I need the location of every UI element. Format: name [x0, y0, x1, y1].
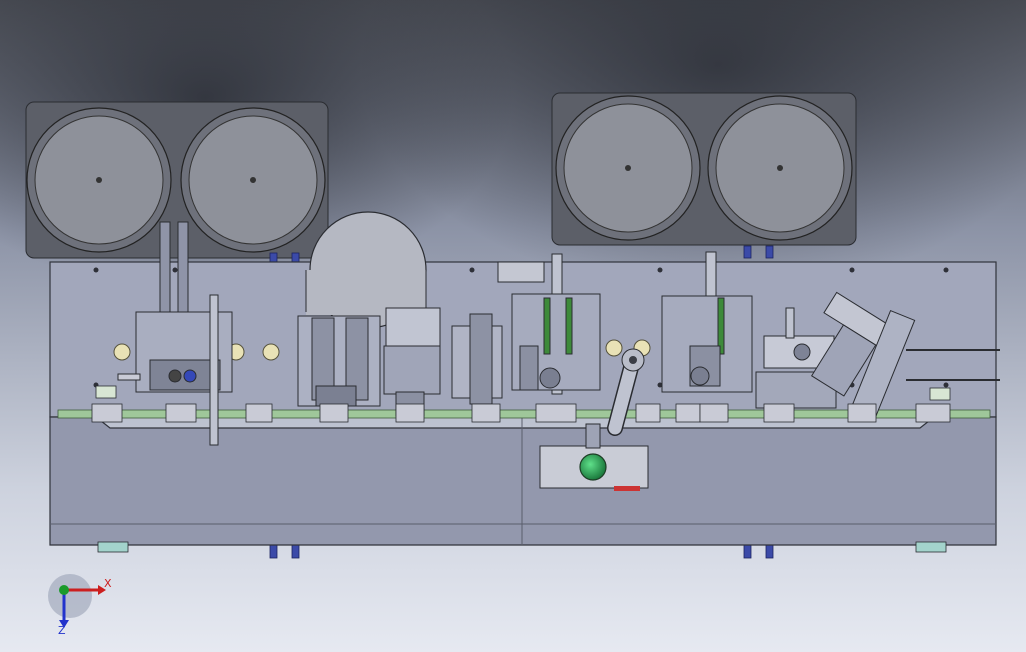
- cad-viewport[interactable]: X Z: [0, 0, 1026, 652]
- feeder-bowl-left-pair: [25, 101, 329, 259]
- assembly-drawing: X Z: [0, 0, 1026, 652]
- start-button[interactable]: [579, 453, 607, 481]
- feeder-bowl-right-pair: [551, 92, 857, 246]
- press-station-1: [297, 307, 503, 417]
- axis-z-label: Z: [58, 624, 66, 637]
- axis-x-label: X: [104, 577, 112, 590]
